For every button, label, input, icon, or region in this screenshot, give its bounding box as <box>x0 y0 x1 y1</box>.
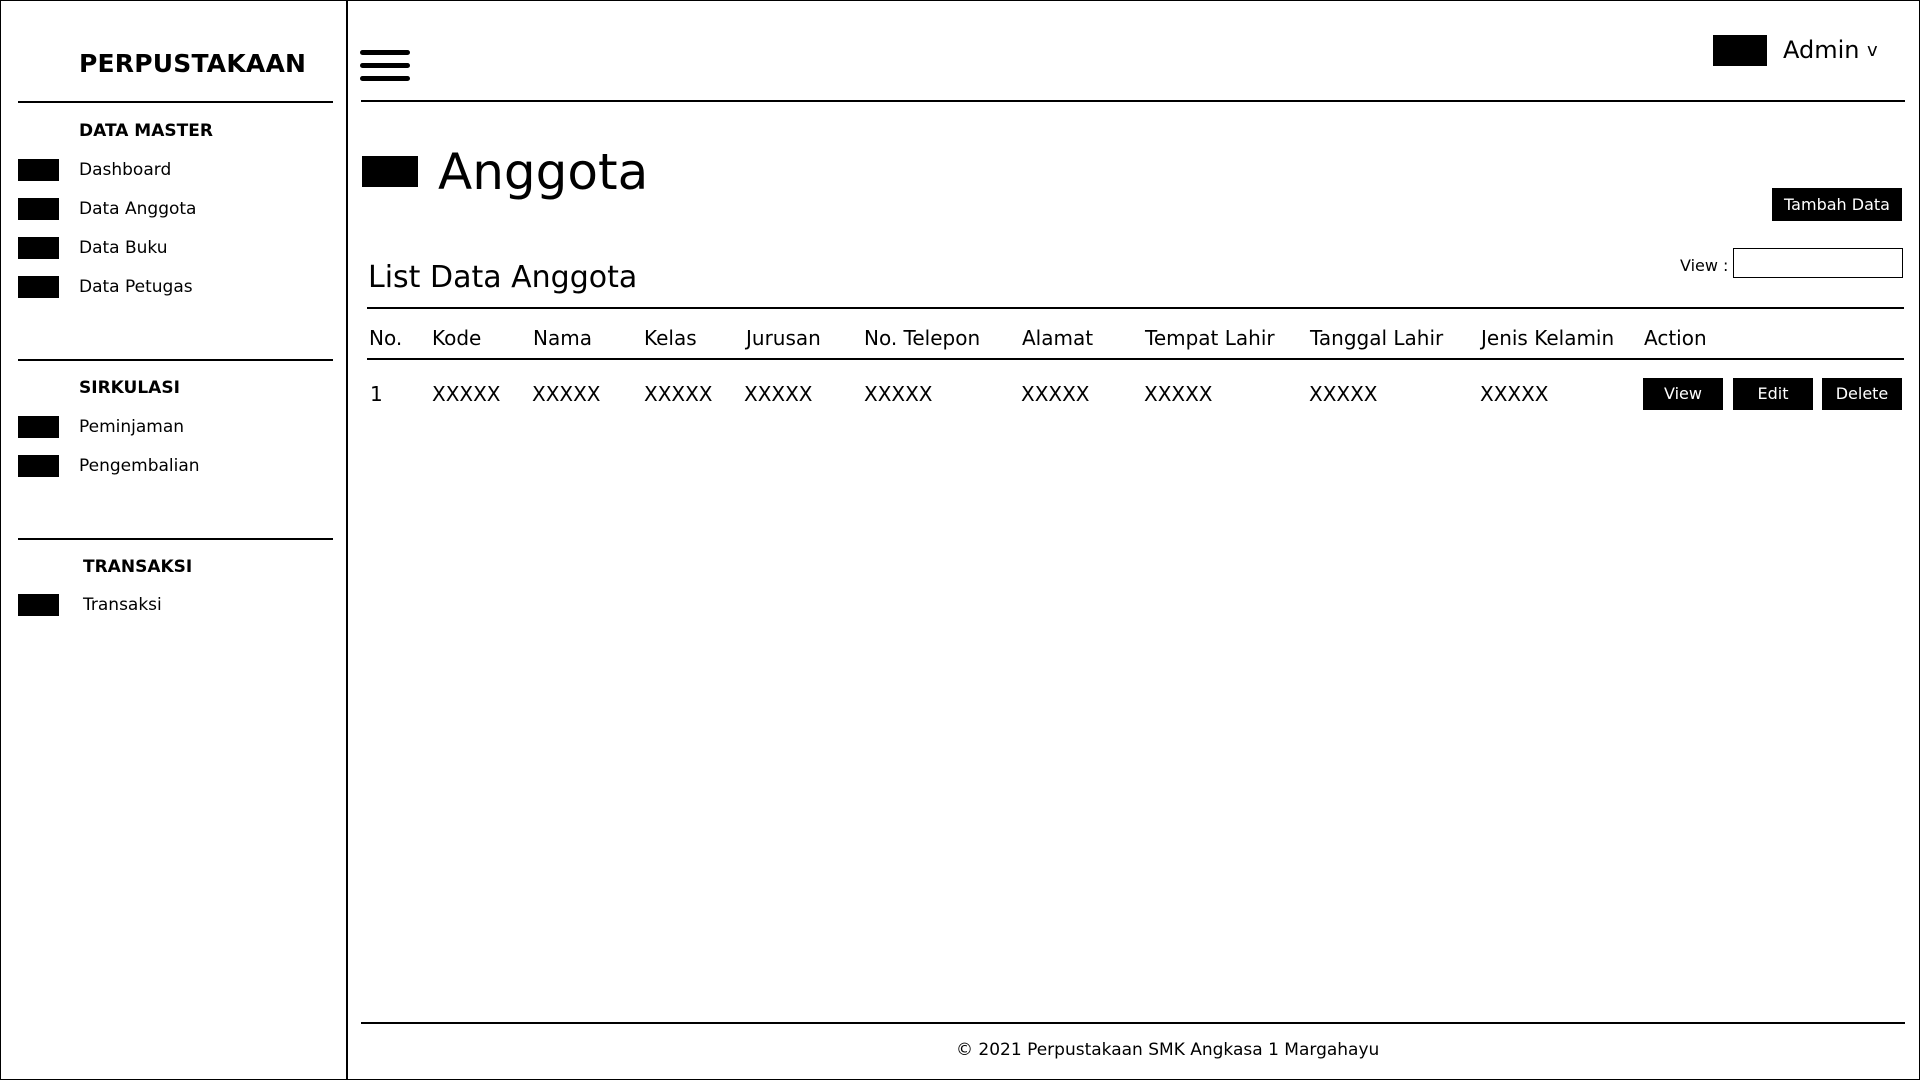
sidebar: PERPUSTAKAAN DATA MASTER Dashboard Data … <box>1 1 348 1079</box>
view-label: View : <box>1680 256 1729 275</box>
hamburger-menu-icon[interactable] <box>360 50 410 82</box>
user-menu[interactable]: Admin v <box>1713 33 1893 69</box>
table-header-rule <box>367 358 1904 360</box>
sidebar-item-peminjaman[interactable]: Peminjaman <box>18 415 318 439</box>
column-header: Action <box>1644 326 1707 350</box>
table-cell: XXXXX <box>1480 382 1549 406</box>
chevron-down-icon: v <box>1867 40 1878 61</box>
table-cell: 1 <box>370 382 383 406</box>
column-header: Kelas <box>644 326 697 350</box>
page-title: Anggota <box>438 143 649 201</box>
sidebar-item-label: Transaksi <box>83 595 162 615</box>
column-header: Alamat <box>1022 326 1094 350</box>
column-header: Tempat Lahir <box>1145 326 1275 350</box>
sidebar-item-label: Data Petugas <box>79 277 193 297</box>
table-cell: XXXXX <box>1144 382 1213 406</box>
column-header: Nama <box>533 326 592 350</box>
footer-divider <box>361 1022 1905 1024</box>
section-title-data-master: DATA MASTER <box>79 121 213 141</box>
column-header: No. <box>369 326 403 350</box>
column-header: Jurusan <box>746 326 821 350</box>
members-icon <box>18 198 59 220</box>
table-cell: XXXXX <box>1309 382 1378 406</box>
view-input[interactable] <box>1733 248 1903 278</box>
transaction-icon <box>18 594 59 616</box>
sidebar-divider <box>18 101 333 103</box>
books-icon <box>18 237 59 259</box>
return-icon <box>18 455 59 477</box>
sidebar-item-data-buku[interactable]: Data Buku <box>18 236 318 260</box>
sidebar-item-transaksi[interactable]: Transaksi <box>18 593 318 617</box>
staff-icon <box>18 276 59 298</box>
sidebar-item-data-anggota[interactable]: Data Anggota <box>18 197 318 221</box>
section-title-sirkulasi: SIRKULASI <box>79 378 180 398</box>
avatar <box>1713 35 1767 66</box>
sidebar-item-label: Pengembalian <box>79 456 200 476</box>
table-cell: XXXXX <box>864 382 933 406</box>
table-cell: XXXXX <box>1021 382 1090 406</box>
list-title: List Data Anggota <box>368 260 638 295</box>
column-header: Jenis Kelamin <box>1481 326 1615 350</box>
header-divider <box>361 100 1905 102</box>
sidebar-item-label: Data Buku <box>79 238 168 258</box>
sidebar-item-pengembalian[interactable]: Pengembalian <box>18 454 318 478</box>
sidebar-item-dashboard[interactable]: Dashboard <box>18 158 318 182</box>
sidebar-item-data-petugas[interactable]: Data Petugas <box>18 275 318 299</box>
table-top-rule <box>367 307 1904 309</box>
column-header: No. Telepon <box>864 326 981 350</box>
table-cell: XXXXX <box>744 382 813 406</box>
table-cell: XXXXX <box>532 382 601 406</box>
sidebar-divider <box>18 359 333 361</box>
borrow-icon <box>18 416 59 438</box>
table-cell: XXXXX <box>432 382 501 406</box>
page-title-icon <box>362 156 418 187</box>
footer-copyright: © 2021 Perpustakaan SMK Angkasa 1 Margah… <box>956 1040 1380 1060</box>
sidebar-divider <box>18 538 333 540</box>
brand-title: PERPUSTAKAAN <box>79 49 307 78</box>
sidebar-item-label: Dashboard <box>79 160 172 180</box>
add-data-button[interactable]: Tambah Data <box>1772 188 1902 221</box>
table-cell: XXXXX <box>644 382 713 406</box>
view-button[interactable]: View <box>1643 378 1723 410</box>
dashboard-icon <box>18 159 59 181</box>
section-title-transaksi: TRANSAKSI <box>83 557 193 577</box>
edit-button[interactable]: Edit <box>1733 378 1813 410</box>
delete-button[interactable]: Delete <box>1822 378 1902 410</box>
column-header: Kode <box>432 326 482 350</box>
sidebar-item-label: Data Anggota <box>79 199 197 219</box>
column-header: Tanggal Lahir <box>1310 326 1444 350</box>
user-name: Admin <box>1783 36 1860 64</box>
sidebar-item-label: Peminjaman <box>79 417 185 437</box>
